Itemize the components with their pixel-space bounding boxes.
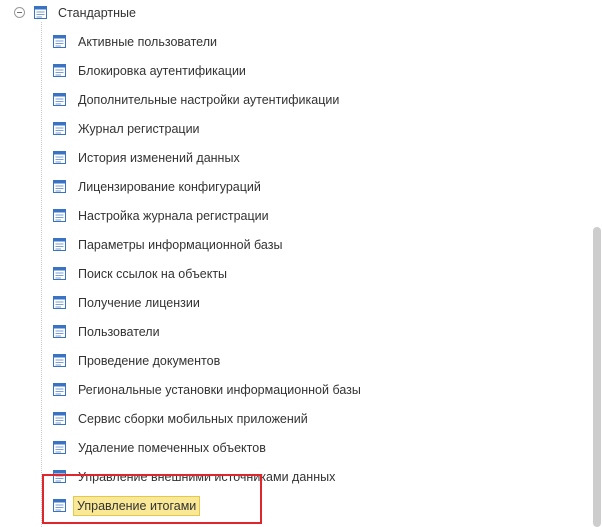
tree-item[interactable]: Лицензирование конфигураций	[0, 176, 591, 198]
tree-item-label: Поиск ссылок на объекты	[78, 267, 228, 281]
tree-item[interactable]: Настройка журнала регистрации	[0, 205, 591, 227]
tree-item-label: Дополнительные настройки аутентификации	[78, 93, 340, 107]
tree-item[interactable]: Удаление помеченных объектов	[0, 437, 591, 459]
tree-item-label: История изменений данных	[78, 151, 240, 165]
doc-list-icon	[52, 382, 67, 397]
doc-list-icon	[52, 237, 67, 252]
doc-list-icon	[52, 208, 67, 223]
tree-item[interactable]: Пользователи	[0, 321, 591, 343]
tree-item[interactable]: Журнал регистрации	[0, 118, 591, 140]
doc-list-icon	[52, 440, 67, 455]
doc-list-icon	[52, 92, 67, 107]
tree-node-label: Стандартные	[58, 6, 136, 20]
doc-list-icon	[52, 121, 67, 136]
tree-item-label: Управление итогами	[73, 496, 201, 516]
tree-item[interactable]: Параметры информационной базы	[0, 234, 591, 256]
scrollbar-thumb[interactable]	[593, 227, 601, 527]
tree-item[interactable]: Активные пользователи	[0, 31, 591, 53]
tree-item-label: Параметры информационной базы	[78, 238, 283, 252]
doc-list-icon	[52, 411, 67, 426]
tree-item-label: Блокировка аутентификации	[78, 64, 246, 78]
doc-list-icon	[33, 5, 48, 20]
tree-item-label: Управление внешними источниками данных	[78, 470, 336, 484]
tree-item[interactable]: Проведение документов	[0, 350, 591, 372]
doc-list-icon	[52, 179, 67, 194]
tree-view: Стандартные Активные пользователи Блокиро…	[0, 0, 591, 527]
tree-item-label: Журнал регистрации	[78, 122, 200, 136]
doc-list-icon	[52, 34, 67, 49]
doc-list-icon	[52, 150, 67, 165]
tree-item[interactable]: История изменений данных	[0, 147, 591, 169]
doc-list-icon	[52, 63, 67, 78]
tree-item-label: Региональные установки информационной ба…	[78, 383, 361, 397]
tree-item[interactable]: Получение лицензии	[0, 292, 591, 314]
doc-list-icon	[52, 469, 67, 484]
tree-item-label: Проведение документов	[78, 354, 221, 368]
doc-list-icon	[52, 353, 67, 368]
doc-list-icon	[52, 498, 67, 513]
tree-item[interactable]: Региональные установки информационной ба…	[0, 379, 591, 401]
tree-item-label: Пользователи	[78, 325, 160, 339]
tree-item[interactable]: Сервис сборки мобильных приложений	[0, 408, 591, 430]
tree-item[interactable]: Блокировка аутентификации	[0, 60, 591, 82]
tree-item-label: Лицензирование конфигураций	[78, 180, 261, 194]
doc-list-icon	[52, 295, 67, 310]
tree-item-label: Удаление помеченных объектов	[78, 441, 266, 455]
tree-item[interactable]: Управление итогами	[0, 495, 591, 517]
doc-list-icon	[52, 324, 67, 339]
tree-item-label: Настройка журнала регистрации	[78, 209, 269, 223]
tree-item[interactable]: Управление внешними источниками данных	[0, 466, 591, 488]
tree-item-label: Получение лицензии	[78, 296, 200, 310]
vertical-scrollbar[interactable]	[591, 0, 603, 527]
doc-list-icon	[52, 266, 67, 281]
collapse-minus-icon[interactable]	[14, 7, 25, 18]
tree-item[interactable]: Дополнительные настройки аутентификации	[0, 89, 591, 111]
tree-item-label: Сервис сборки мобильных приложений	[78, 412, 308, 426]
tree-item[interactable]: Поиск ссылок на объекты	[0, 263, 591, 285]
tree-item-label: Активные пользователи	[78, 35, 217, 49]
